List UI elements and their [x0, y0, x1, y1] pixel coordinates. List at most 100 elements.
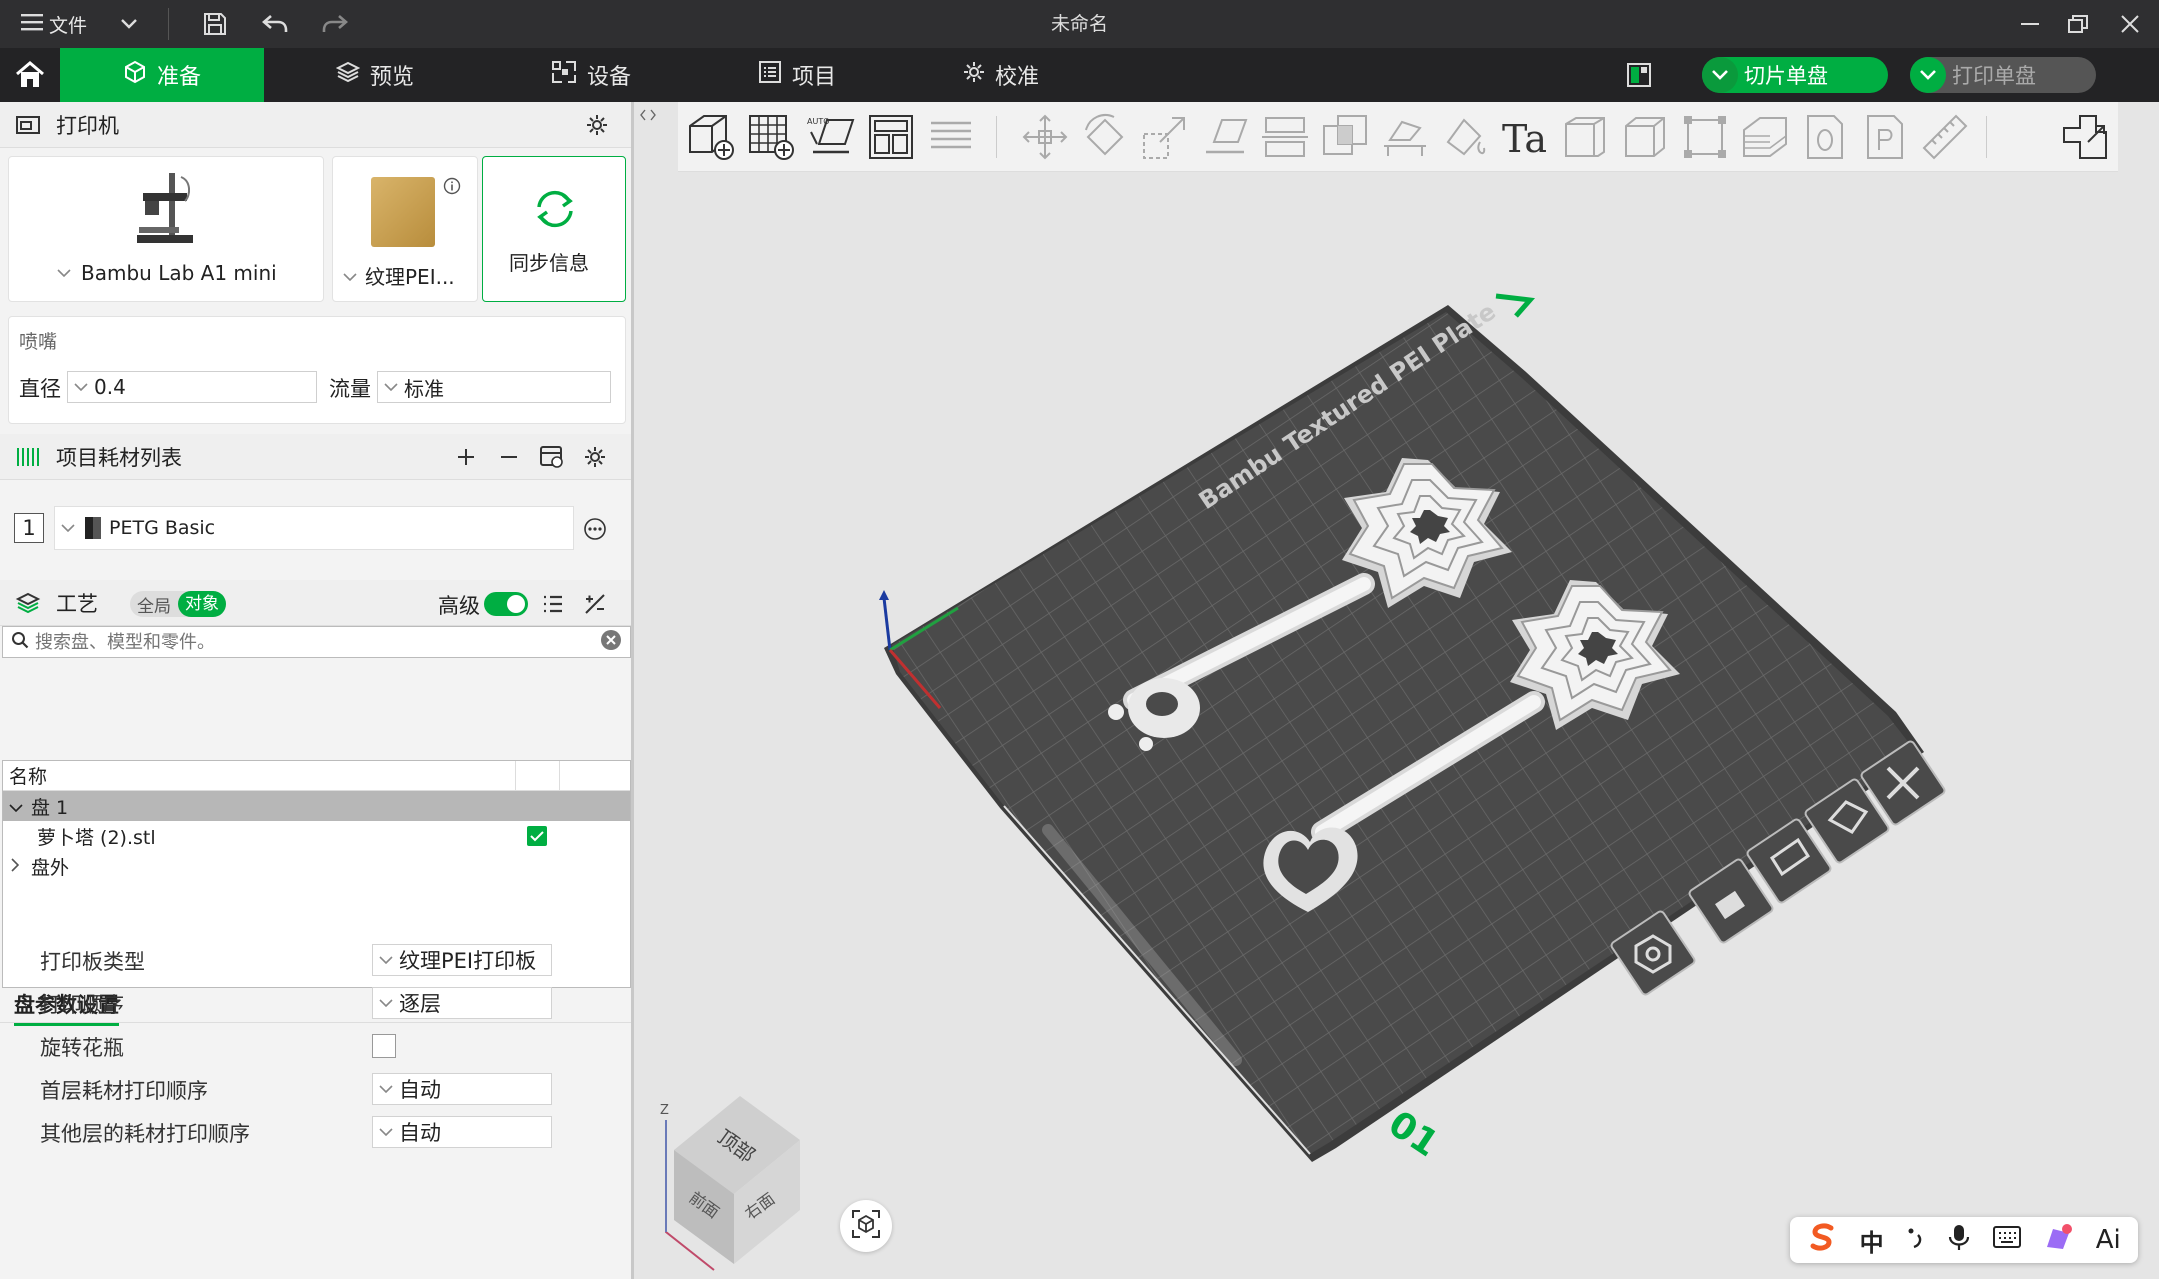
close-icon[interactable] [2110, 0, 2150, 48]
printer-settings-gear-icon[interactable] [582, 110, 612, 140]
menu-button[interactable]: 文件 [14, 0, 94, 48]
plate-name: 纹理PEI... [365, 265, 455, 289]
fit-view-button[interactable] [840, 1200, 892, 1252]
printer-card[interactable]: Bambu Lab A1 mini [8, 156, 324, 302]
printer-icon [14, 111, 42, 139]
ai-assistant-label[interactable]: Ai [2096, 1225, 2121, 1255]
filament-settings-gear-icon[interactable] [580, 442, 610, 472]
collapse-chevron-icon[interactable] [11, 855, 27, 877]
tree-object-label: 萝卜塔 (2).stl [37, 826, 156, 849]
nozzle-card: 喷嘴 直径 0.4 流量 标准 [8, 316, 626, 424]
slice-plate-label: 切片单盘 [1744, 64, 1828, 88]
tab-prepare-label: 准备 [156, 65, 201, 90]
first-layer-order-select[interactable]: 自动 [372, 1073, 552, 1105]
filament-chevron-icon [55, 524, 81, 532]
other-layers-order-select[interactable]: 自动 [372, 1116, 552, 1148]
tree-row-object[interactable]: 萝卜塔 (2).stl [3, 821, 630, 851]
printer-name: Bambu Lab A1 mini [81, 261, 277, 285]
diameter-value: 0.4 [94, 375, 126, 399]
first-layer-order-value: 自动 [399, 1078, 441, 1102]
print-dropdown-chevron-icon[interactable] [1910, 57, 1946, 93]
process-layers-icon [14, 589, 42, 617]
minimize-icon[interactable] [2010, 0, 2050, 48]
expand-chevron-icon[interactable] [9, 795, 27, 817]
ime-language-toggle[interactable]: 中 [1860, 1223, 1884, 1258]
filament-more-icon[interactable] [580, 514, 610, 544]
plate-type-card[interactable]: 纹理PEI... [332, 156, 478, 302]
object-visible-checkbox[interactable] [527, 826, 547, 846]
search-box[interactable] [2, 626, 631, 658]
tree-row-outside[interactable]: 盘外 [3, 851, 630, 881]
sync-icon [533, 189, 577, 233]
tab-prepare[interactable]: 准备 [60, 48, 264, 102]
toggle-global-label[interactable]: 全局 [130, 592, 178, 617]
menu-dropdown-chevron-icon[interactable] [114, 0, 144, 48]
tab-calibration[interactable]: 校准 [926, 48, 1076, 102]
file-menu-label: 文件 [48, 14, 87, 37]
tab-preview[interactable]: 预览 [300, 48, 450, 102]
plate-type-select[interactable]: 纹理PEI打印板 [372, 944, 552, 976]
spiral-vase-checkbox[interactable] [372, 1034, 396, 1058]
print-sequence-value: 逐层 [399, 992, 441, 1016]
remove-filament-icon[interactable] [494, 442, 524, 472]
ams-sync-icon[interactable] [537, 442, 567, 472]
print-sequence-select[interactable]: 逐层 [372, 987, 552, 1019]
plate-type-chevron-icon [373, 956, 399, 964]
tab-device[interactable]: 设备 [516, 48, 666, 102]
global-object-toggle[interactable]: 全局 对象 [130, 591, 226, 617]
advanced-toggle[interactable] [484, 592, 528, 616]
param-label-print-sequence: 打印顺序 [40, 993, 124, 1017]
calibration-gear-icon [963, 61, 985, 89]
tab-project[interactable]: 项目 [722, 48, 872, 102]
process-compare-icon[interactable] [580, 589, 610, 619]
printer-dropdown-chevron-icon[interactable] [57, 265, 71, 281]
ime-toolbar: 中 Ai [1790, 1217, 2138, 1263]
multi-plate-icon[interactable] [1626, 62, 1652, 88]
punctuation-icon[interactable] [1906, 1225, 1926, 1255]
redo-icon[interactable] [318, 0, 352, 48]
build-plate-scene[interactable]: Bambu Textured PEI Plate 01 [634, 102, 2159, 1279]
view-navigation-cube[interactable]: 顶部 前面 右面 Z [654, 1092, 804, 1272]
home-icon[interactable] [0, 48, 60, 102]
plate-number: 01 [1381, 1103, 1445, 1165]
flow-label: 流量 [329, 377, 371, 401]
sogou-logo-icon[interactable] [1807, 1222, 1837, 1258]
save-icon[interactable] [198, 0, 232, 48]
slice-plate-button[interactable]: 切片单盘 [1702, 57, 1888, 93]
process-list-icon[interactable] [538, 589, 568, 619]
tree-outside-label: 盘外 [31, 856, 70, 879]
add-filament-icon[interactable] [451, 442, 481, 472]
filament-select[interactable]: PETG Basic [54, 506, 574, 550]
nozzle-title: 喷嘴 [19, 331, 58, 353]
title-bar: 文件 未命名 [0, 0, 2159, 48]
layers-icon [335, 60, 361, 90]
tree-header-name: 名称 [9, 766, 48, 788]
fit-view-icon [850, 1208, 882, 1244]
3d-viewport[interactable]: AUTO Ta Bambu Textured PEI Plate 01 顶部 前… [634, 102, 2159, 1279]
other-layers-order-value: 自动 [399, 1121, 441, 1145]
cube-icon [123, 60, 147, 90]
restore-icon[interactable] [2058, 0, 2098, 48]
hamburger-icon [20, 13, 43, 36]
keyboard-icon[interactable] [1992, 1226, 2021, 1254]
flow-select[interactable]: 标准 [377, 371, 611, 403]
microphone-icon[interactable] [1948, 1223, 1970, 1257]
skin-icon[interactable] [2043, 1223, 2073, 1257]
diameter-select[interactable]: 0.4 [67, 371, 317, 403]
toggle-object-label[interactable]: 对象 [178, 591, 226, 617]
diameter-label: 直径 [19, 377, 61, 401]
info-icon[interactable] [443, 177, 461, 199]
search-clear-icon[interactable] [600, 629, 622, 655]
plate-dropdown-chevron-icon[interactable] [343, 266, 357, 285]
tab-preview-label: 预览 [369, 65, 414, 90]
slice-dropdown-chevron-icon[interactable] [1702, 57, 1738, 93]
search-input[interactable] [35, 631, 600, 653]
filament-section-title: 项目耗材列表 [56, 445, 182, 470]
print-plate-button[interactable]: 打印单盘 [1910, 57, 2096, 93]
filament-name: PETG Basic [109, 517, 216, 539]
sync-info-button[interactable]: 同步信息 [482, 156, 626, 302]
list-doc-icon [758, 60, 782, 90]
undo-icon[interactable] [258, 0, 292, 48]
first-layer-order-chevron-icon [373, 1085, 399, 1093]
tree-row-plate[interactable]: 盘 1 [3, 791, 630, 821]
